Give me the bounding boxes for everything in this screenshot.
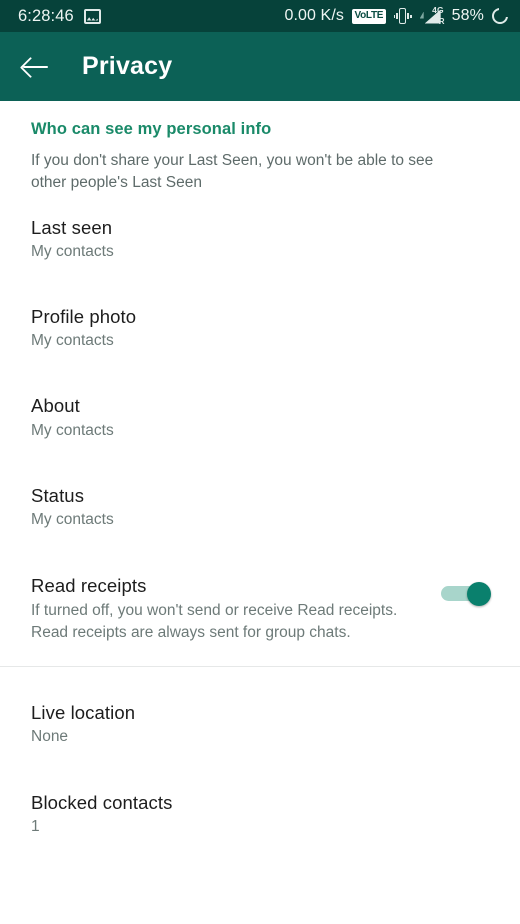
row-title: Blocked contacts — [31, 792, 173, 814]
battery-circle-icon — [492, 7, 509, 24]
row-subtitle: My contacts — [31, 243, 114, 261]
setting-row-about[interactable]: About My contacts — [0, 352, 520, 441]
privacy-settings-screen: 6:28:46 0.00 K/s VoLTE 4G R 58% Privacy — [0, 0, 520, 924]
battery-percent-text: 58% — [451, 7, 484, 24]
network-speed-text: 0.00 K/s — [284, 7, 344, 24]
setting-row-status[interactable]: Status My contacts — [0, 442, 520, 531]
read-receipts-toggle[interactable] — [441, 581, 491, 606]
section-header: Who can see my personal info — [31, 120, 272, 138]
setting-row-live-location[interactable]: Live location None — [0, 667, 520, 748]
toggle-thumb — [467, 581, 491, 606]
row-subtitle: If turned off, you won't send or receive… — [31, 602, 398, 642]
row-subtitle: My contacts — [31, 421, 114, 439]
row-texts: Last seen My contacts — [31, 217, 489, 263]
settings-content: Who can see my personal info If you don'… — [0, 101, 520, 839]
setting-row-blocked-contacts[interactable]: Blocked contacts 1 — [0, 748, 520, 838]
setting-row-read-receipts[interactable]: Read receipts If turned off, you won't s… — [0, 531, 520, 644]
roaming-label: R — [438, 16, 445, 26]
status-clock: 6:28:46 — [18, 6, 74, 25]
row-title: Live location — [31, 702, 136, 724]
signal-strength-icon: 4G R — [419, 4, 445, 26]
setting-row-last-seen[interactable]: Last seen My contacts — [0, 194, 520, 263]
status-bar-right: 0.00 K/s VoLTE 4G R 58% — [284, 4, 509, 26]
row-subtitle: My contacts — [31, 332, 114, 350]
row-title: About — [31, 395, 80, 417]
vibrate-icon — [393, 7, 412, 25]
app-bar: Privacy — [0, 32, 520, 101]
row-texts: Blocked contacts 1 — [31, 792, 489, 838]
row-title: Read receipts — [31, 574, 147, 596]
back-arrow-icon[interactable] — [22, 53, 50, 81]
row-texts: Read receipts If turned off, you won't s… — [31, 575, 441, 644]
row-subtitle: My contacts — [31, 510, 114, 528]
volte-badge: VoLTE — [351, 8, 386, 24]
row-texts: About My contacts — [31, 395, 489, 441]
setting-row-profile-photo[interactable]: Profile photo My contacts — [0, 263, 520, 352]
row-texts: Live location None — [31, 702, 489, 748]
status-bar: 6:28:46 0.00 K/s VoLTE 4G R 58% — [0, 0, 520, 32]
row-subtitle: None — [31, 728, 69, 746]
screenshot-icon — [83, 8, 101, 24]
row-texts: Profile photo My contacts — [31, 306, 489, 352]
page-title: Privacy — [82, 52, 173, 80]
row-texts: Status My contacts — [31, 485, 489, 531]
row-title: Profile photo — [31, 306, 137, 328]
row-title: Status — [31, 484, 85, 506]
row-title: Last seen — [31, 217, 113, 238]
status-bar-left: 6:28:46 — [18, 7, 101, 26]
row-subtitle: 1 — [31, 818, 40, 836]
network-type-label: 4G — [432, 4, 444, 15]
section-description: If you don't share your Last Seen, you w… — [31, 152, 434, 191]
